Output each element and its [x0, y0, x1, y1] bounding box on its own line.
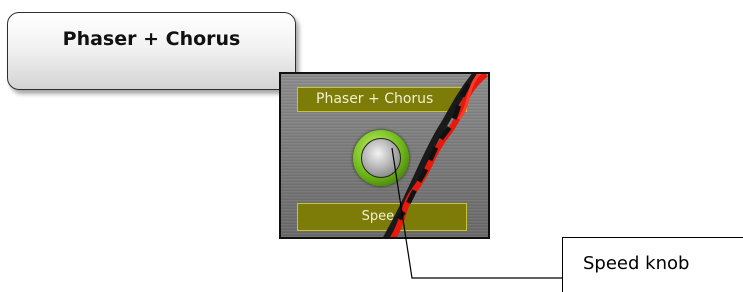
speed-knob-label: Speed knob: [583, 253, 690, 274]
speed-knob-label-box: Speed knob: [562, 237, 743, 292]
